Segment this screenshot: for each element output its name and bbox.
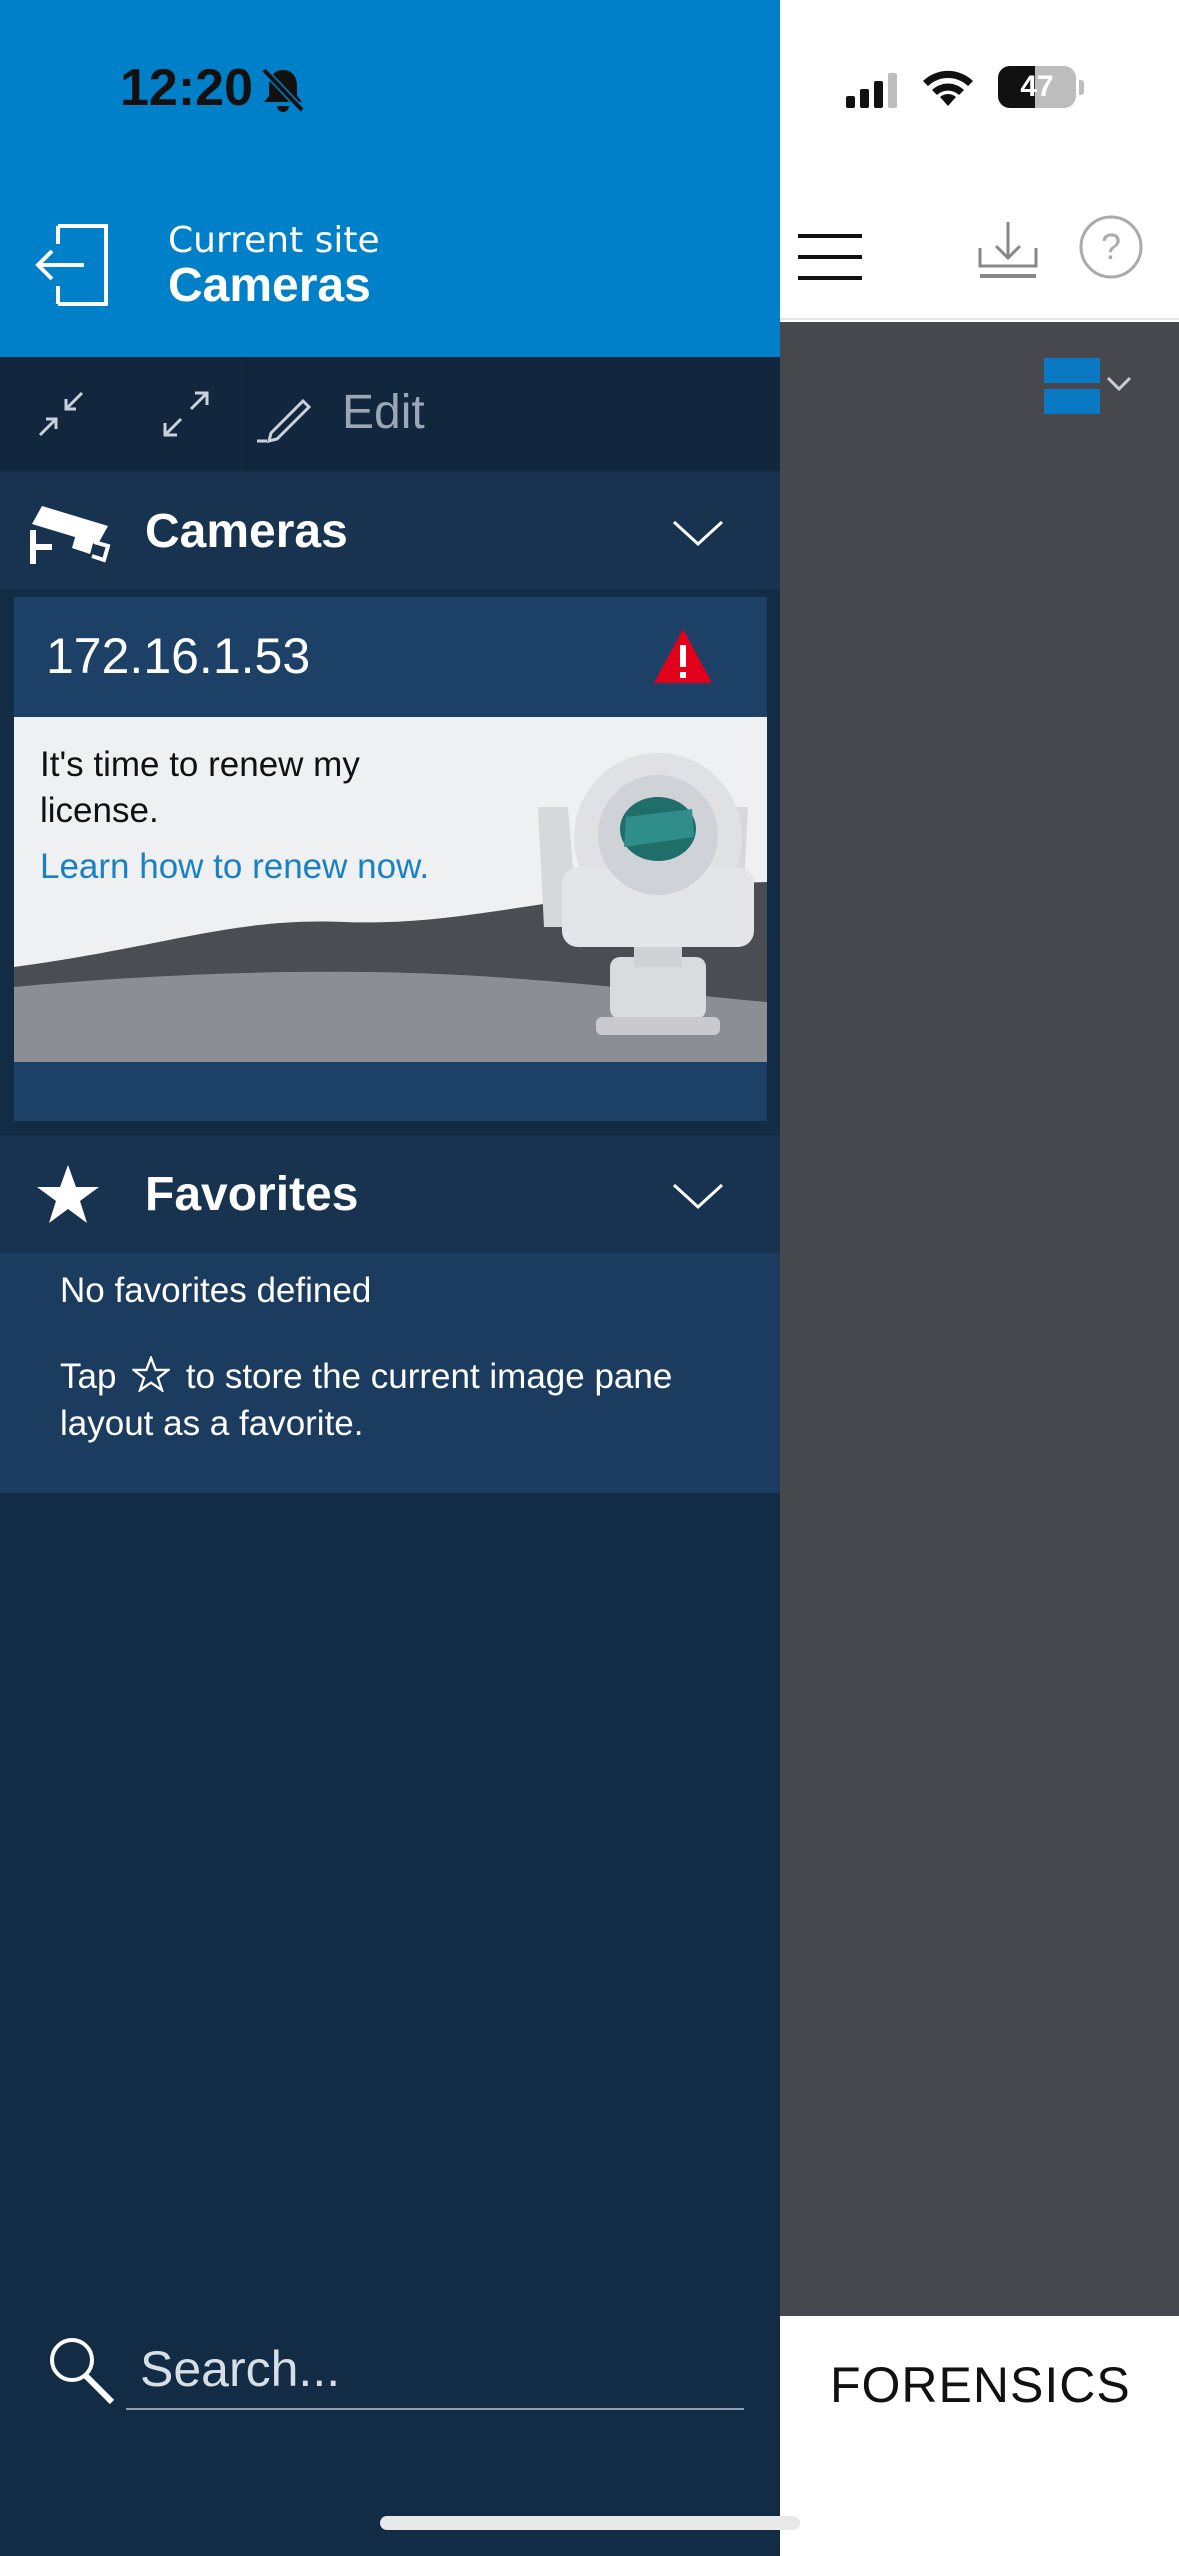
video-pane-area bbox=[780, 322, 1179, 2316]
drawer-toolbar: Edit bbox=[0, 357, 780, 470]
renew-license-link[interactable]: Learn how to renew now. bbox=[40, 847, 429, 887]
layout-selector[interactable] bbox=[1044, 358, 1136, 418]
collapse-all-button[interactable] bbox=[0, 357, 125, 470]
download-icon[interactable] bbox=[976, 218, 1040, 282]
layout-icon bbox=[1044, 358, 1100, 414]
right-toolbar: ? bbox=[780, 170, 1179, 320]
chevron-down-icon bbox=[1106, 376, 1132, 392]
battery-level: 47 bbox=[1020, 70, 1054, 103]
edit-label: Edit bbox=[342, 386, 425, 439]
star-outline-icon bbox=[132, 1356, 171, 1392]
drawer-header: 12:20 Current site Cameras bbox=[0, 0, 780, 357]
bell-muted-icon bbox=[261, 67, 305, 113]
bottom-tab-bar: FORENSICS bbox=[780, 2316, 1179, 2556]
chevron-down-icon bbox=[672, 1183, 724, 1210]
battery-icon: 47 bbox=[998, 66, 1076, 108]
chevron-down-icon bbox=[672, 520, 724, 547]
star-filled-icon bbox=[37, 1165, 99, 1223]
camera-item[interactable]: 172.16.1.53 It's time to renew my licens… bbox=[14, 597, 767, 1121]
wifi-icon bbox=[923, 70, 973, 106]
search-input[interactable] bbox=[126, 2330, 744, 2410]
hamburger-menu-icon[interactable] bbox=[798, 232, 862, 282]
camera-ip: 172.16.1.53 bbox=[46, 628, 311, 684]
expand-icon bbox=[163, 391, 209, 437]
forensics-tab[interactable]: FORENSICS bbox=[830, 2356, 1131, 2414]
edit-button[interactable]: Edit bbox=[247, 357, 780, 470]
pencil-icon bbox=[257, 398, 312, 443]
battery-tip bbox=[1079, 80, 1084, 95]
cameras-section-title: Cameras bbox=[145, 505, 348, 558]
current-site-name: Cameras bbox=[168, 259, 371, 312]
license-message: It's time to renew my license. bbox=[40, 745, 360, 830]
cameras-section-header[interactable]: Cameras bbox=[0, 472, 780, 590]
hint-before-text: Tap bbox=[60, 1357, 117, 1396]
side-drawer: 12:20 Current site Cameras Edit Cameras … bbox=[0, 0, 780, 2556]
favorites-section-header[interactable]: Favorites bbox=[0, 1135, 780, 1253]
background-app: 47 ? FORENSICS bbox=[780, 0, 1179, 2556]
favorites-body: No favorites defined Tap to store the cu… bbox=[0, 1253, 780, 1493]
favorites-section-title: Favorites bbox=[145, 1168, 359, 1221]
expand-all-button[interactable] bbox=[125, 357, 245, 470]
home-indicator bbox=[380, 2516, 800, 2530]
warning-icon bbox=[654, 629, 712, 683]
svg-text:?: ? bbox=[1101, 226, 1121, 267]
status-time: 12:20 bbox=[120, 59, 253, 117]
search-icon bbox=[50, 2338, 115, 2405]
ptz-camera-illustration bbox=[538, 753, 754, 1035]
help-icon[interactable]: ? bbox=[1078, 214, 1144, 280]
camera-icon bbox=[30, 506, 111, 564]
current-site-caption: Current site bbox=[168, 220, 380, 261]
favorites-empty-text: No favorites defined bbox=[60, 1271, 372, 1310]
exit-site-icon[interactable] bbox=[34, 222, 110, 308]
favorites-hint: Tap to store the current image pane layo… bbox=[60, 1353, 700, 1447]
signal-icon bbox=[846, 73, 897, 108]
license-banner[interactable]: It's time to renew my license. Learn how… bbox=[14, 717, 767, 1062]
search-bar bbox=[0, 2310, 780, 2420]
collapse-icon bbox=[38, 391, 84, 437]
